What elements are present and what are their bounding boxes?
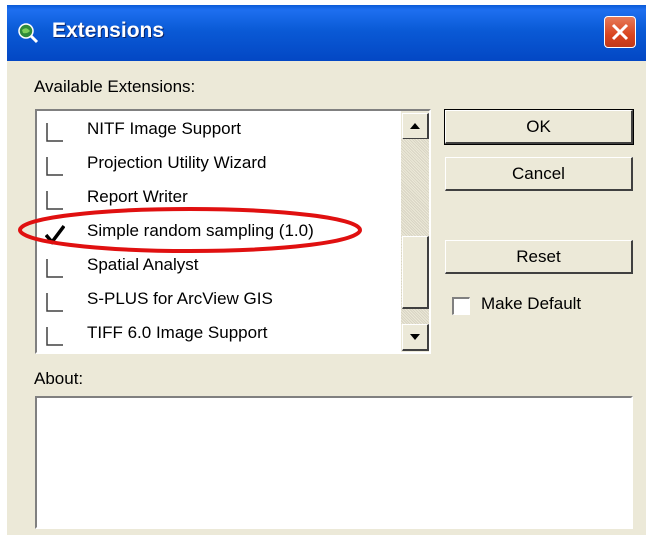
cancel-button[interactable]: Cancel [445, 157, 633, 191]
window-title: Extensions [52, 19, 165, 42]
arrow-down-icon [410, 334, 420, 340]
list-item-label: Projection Utility Wizard [87, 153, 267, 172]
scroll-down-button[interactable] [402, 324, 429, 351]
list-item-label: S-PLUS for ArcView GIS [87, 289, 273, 308]
make-default-checkbox[interactable] [452, 297, 470, 315]
available-extensions-label: Available Extensions: [34, 77, 196, 96]
close-button[interactable] [604, 16, 636, 48]
list-item[interactable]: NITF Image Support [37, 113, 401, 147]
reset-button[interactable]: Reset [445, 240, 633, 274]
close-icon [611, 23, 629, 41]
list-item-label: TIFF 6.0 Image Support [87, 323, 268, 342]
extensions-dialog: Extensions Available Extensions: NITF Im… [7, 5, 646, 535]
list-item[interactable]: Projection Utility Wizard [37, 147, 401, 181]
list-item-label: NITF Image Support [87, 119, 242, 138]
about-label: About: [34, 369, 84, 388]
checkbox-unchecked-icon[interactable] [45, 155, 65, 177]
vertical-scrollbar[interactable] [401, 111, 429, 352]
highlight-ellipse [18, 207, 362, 253]
make-default-label: Make Default [481, 294, 582, 313]
globe-magnifier-icon [18, 23, 39, 44]
list-item[interactable]: TIFF 6.0 Image Support [37, 317, 401, 351]
checkbox-unchecked-icon[interactable] [45, 325, 65, 347]
checkbox-unchecked-icon[interactable] [45, 121, 65, 143]
scroll-up-button[interactable] [402, 113, 429, 140]
checkbox-unchecked-icon[interactable] [45, 257, 65, 279]
title-bar[interactable]: Extensions [7, 5, 646, 61]
checkbox-unchecked-icon[interactable] [45, 291, 65, 313]
ok-button[interactable]: OK [444, 109, 634, 145]
list-item-label: Report Writer [87, 187, 188, 206]
arrow-up-icon [410, 123, 420, 129]
list-item-label: Spatial Analyst [87, 255, 199, 274]
scroll-thumb[interactable] [402, 236, 429, 309]
about-text-area [35, 396, 633, 529]
list-item[interactable]: S-PLUS for ArcView GIS [37, 283, 401, 317]
